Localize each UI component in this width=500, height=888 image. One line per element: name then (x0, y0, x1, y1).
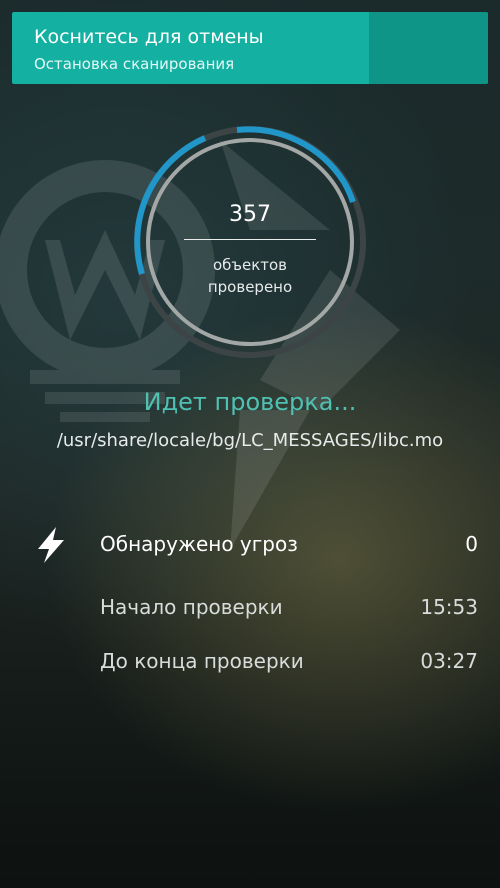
threats-value: 0 (465, 532, 478, 556)
scan-start-row: Начало проверки 15:53 (100, 595, 478, 625)
time-remaining-row: До конца проверки 03:27 (100, 649, 478, 679)
scanned-caption: объектов проверено (132, 254, 368, 298)
banner-subtitle: Остановка сканирования (34, 55, 235, 73)
scan-start-label: Начало проверки (100, 595, 283, 619)
scanned-count: 357 (229, 202, 271, 227)
ring-divider (184, 239, 316, 240)
time-remaining-value: 03:27 (420, 649, 478, 673)
scan-status: Идет проверка... (143, 388, 357, 416)
banner-side-panel[interactable] (369, 12, 488, 84)
banner-title: Коснитесь для отмены (34, 26, 264, 48)
time-remaining-label: До конца проверки (100, 649, 304, 673)
current-file-path: /usr/share/locale/bg/LC_MESSAGES/libc.mo (56, 430, 444, 451)
banner-text-area[interactable]: Коснитесь для отмены Остановка сканирова… (12, 12, 369, 84)
caption-line-1: объектов (212, 256, 288, 274)
threats-row: Обнаружено угроз 0 (100, 532, 478, 562)
caption-line-2: проверено (207, 278, 293, 296)
scan-start-value: 15:53 (420, 595, 478, 619)
scan-progress-ring: 357 объектов проверено (132, 124, 368, 360)
lightning-bolt-icon (38, 527, 64, 563)
cancel-scan-banner[interactable]: Коснитесь для отмены Остановка сканирова… (12, 12, 488, 84)
progress-ring-graphic (134, 126, 366, 358)
threats-label: Обнаружено угроз (100, 532, 298, 556)
